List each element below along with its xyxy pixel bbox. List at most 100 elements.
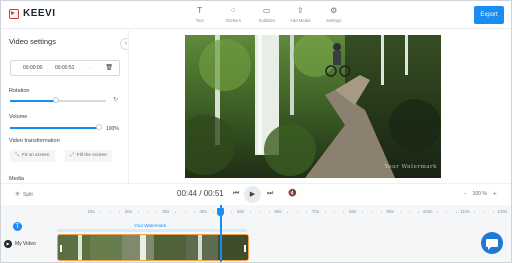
trim-end-input[interactable]: 00:00:51 [55, 65, 74, 71]
logo[interactable]: KEEVI [9, 8, 56, 19]
ruler-tick-mark [493, 212, 495, 213]
trim-start-input[interactable]: 00:00:00 [23, 65, 42, 71]
play-button[interactable]: ▶ [244, 186, 261, 203]
time-separator: / [197, 189, 204, 198]
fit-screen-icon: ⤡ [15, 153, 19, 158]
volume-value: 100% [106, 126, 119, 132]
tool-stickers-label: Stickers [225, 18, 241, 23]
play-icon: ▶ [249, 190, 256, 198]
ruler-tick-mark [436, 212, 438, 213]
mute-icon[interactable]: 🔇 [288, 189, 297, 197]
zoom-in-icon[interactable]: + [493, 191, 497, 197]
tool-stickers[interactable]: ⁘ Stickers [217, 5, 251, 23]
ruler-tick-mark [418, 212, 420, 213]
ruler-tick-mark [362, 212, 364, 213]
ruler-tick-mark [474, 212, 476, 213]
volume-slider-fill [10, 127, 100, 129]
app-window: KEEVI T Text ⁘ Stickers ▭ Subtitles ⇪ Ad… [0, 0, 512, 263]
ruler-tick-mark [343, 212, 345, 213]
rotation-label: Rotation [9, 88, 30, 94]
ruler-tick-mark [306, 212, 308, 213]
ruler-tick-label: 40s [199, 209, 207, 214]
video-preview[interactable]: Your Watermark [185, 35, 441, 178]
zoom-out-icon[interactable]: – [464, 191, 467, 197]
watermark-overlay[interactable]: Your Watermark [385, 164, 437, 170]
watermark-track[interactable] [57, 229, 247, 232]
ruler-tick-mark [334, 212, 336, 213]
ruler-tick-mark [380, 212, 382, 213]
tool-add-media[interactable]: ⇪ Add Media [284, 5, 318, 23]
fit-on-screen-label: Fit on screen [21, 153, 50, 158]
volume-label: Volume [9, 114, 28, 120]
tool-add-media-label: Add Media [289, 18, 311, 23]
text-icon: T [197, 6, 203, 15]
tool-settings-label: Settings [325, 18, 342, 23]
media-label: Media [9, 176, 24, 182]
ruler-tick-mark [446, 212, 448, 213]
export-button[interactable]: Export [474, 6, 504, 24]
ruler-tick-mark [147, 212, 149, 213]
ruler-tick-mark [399, 212, 401, 213]
ruler-tick-label: 60s [274, 209, 282, 214]
ruler-tick-mark [184, 212, 186, 213]
rotate-icon[interactable]: ↻ [113, 96, 118, 103]
trash-icon[interactable]: 🗑 [105, 64, 113, 71]
split-button[interactable]: ⁜ Split [15, 191, 33, 198]
top-bar: KEEVI T Text ⁘ Stickers ▭ Subtitles ⇪ Ad… [1, 1, 511, 29]
gear-icon: ⚙ [330, 6, 338, 15]
fit-on-screen-button[interactable]: ⤡ Fit on screen [10, 150, 55, 162]
tool-text-label: Text [195, 18, 204, 23]
video-row-label: ▶ My Video [4, 240, 36, 248]
transformation-label: Video transformation [9, 138, 60, 144]
ruler-tick-mark [287, 212, 289, 213]
ruler-tick-label: 10s [87, 209, 95, 214]
playhead-handle[interactable] [217, 208, 224, 216]
tool-subtitles[interactable]: ▭ Subtitles [250, 5, 284, 23]
total-time: 00:51 [203, 189, 224, 198]
tool-text[interactable]: T Text [183, 5, 217, 23]
tool-subtitles-label: Subtitles [258, 18, 275, 23]
chat-button[interactable] [481, 232, 503, 254]
fill-screen-label: Fill the screen [76, 153, 107, 158]
ruler-tick-label: 120s [497, 209, 508, 214]
ruler-tick-mark [259, 212, 261, 213]
fill-screen-button[interactable]: ⤢ Fill the screen [65, 150, 112, 162]
ruler-tick-label: 50s [236, 209, 245, 214]
split-icon: ⁜ [15, 191, 21, 198]
skip-forward-icon[interactable]: ⏭ [267, 189, 273, 198]
ruler-tick-mark [119, 212, 121, 213]
volume-slider[interactable] [10, 127, 100, 129]
fill-screen-icon: ⤢ [70, 153, 74, 158]
ruler-tick-mark [324, 212, 326, 213]
trim-extra: - - [87, 65, 92, 71]
upload-icon: ⇪ [296, 6, 304, 15]
timeline[interactable]: 10s 20s 30s 40s 50s 60s 70s 80s 90s 100s 110s 120s … [1, 205, 511, 262]
playback-controls: ⁜ Split 00:44 / 00:51 ⏮ ▶ ⏭ 🔇 – 100 % + [1, 183, 511, 205]
ruler-tick-mark [175, 212, 177, 213]
watermark-track-label: Your Watermark [134, 223, 167, 228]
zoom-value: 100 % [472, 191, 487, 197]
tool-settings[interactable]: ⚙ Settings [317, 5, 351, 23]
ruler-tick-mark [268, 212, 270, 213]
skip-back-icon[interactable]: ⏮ [233, 189, 239, 198]
ruler-tick-label: 110s [460, 209, 470, 214]
ruler-tick-mark [231, 212, 233, 213]
ruler-tick-label: 30s [162, 209, 170, 214]
rotation-slider-handle[interactable] [53, 97, 59, 103]
ruler-tick-mark [483, 212, 485, 213]
split-label: Split [23, 192, 33, 198]
ruler-tick-mark [408, 212, 410, 213]
volume-slider-handle[interactable] [96, 124, 102, 130]
collapse-panel-button[interactable]: ‹ [120, 38, 128, 50]
ruler-tick-label: 80s [349, 209, 357, 214]
ruler-tick-mark [109, 212, 111, 213]
ruler-tick-label: 20s [124, 209, 133, 214]
ruler-tick-mark [212, 212, 214, 213]
play-circle-icon: ▶ [4, 240, 12, 248]
add-track-button[interactable]: T [13, 222, 22, 231]
video-settings-panel: Video settings 00:00:00 00:00:51 - - 🗑 R… [1, 30, 129, 183]
ruler-tick-mark [156, 212, 158, 213]
tool-menu: T Text ⁘ Stickers ▭ Subtitles ⇪ Add Medi… [183, 5, 351, 23]
video-frame-image [185, 35, 441, 178]
time-ruler[interactable]: 10s 20s 30s 40s 50s 60s 70s 80s 90s 100s 110s 120s [1, 205, 511, 219]
